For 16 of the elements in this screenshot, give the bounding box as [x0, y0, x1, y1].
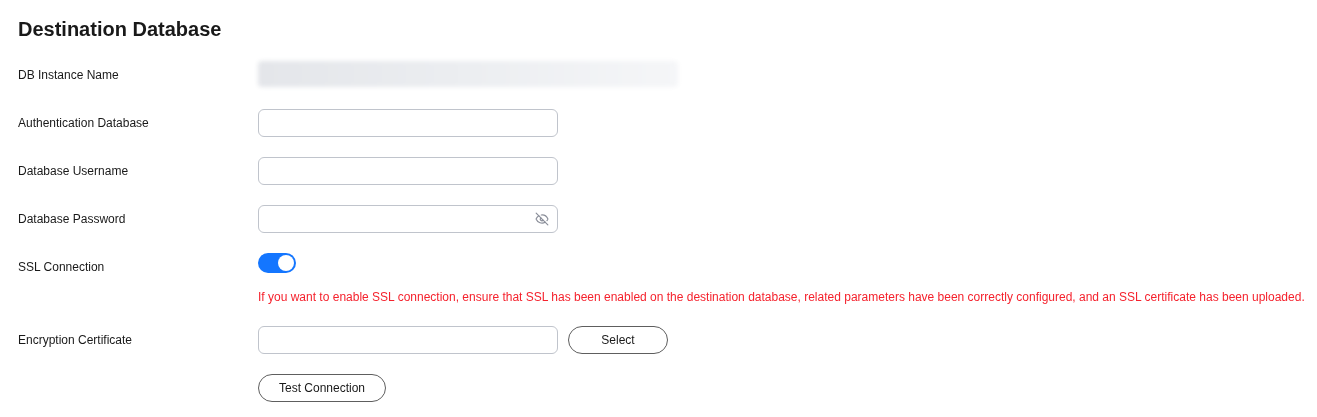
password-field[interactable]	[258, 205, 558, 233]
toggle-switch[interactable]	[258, 253, 296, 273]
hidden-eye-icon[interactable]	[535, 212, 549, 226]
field-label: Authentication Database	[18, 115, 150, 132]
field-label: Database Username	[18, 163, 130, 180]
field-label: Encryption Certificate	[18, 332, 134, 349]
select-button[interactable]: Select	[568, 326, 668, 354]
text-field[interactable]	[258, 157, 558, 185]
test-connection-button[interactable]: Test Connection	[258, 374, 386, 402]
text-field[interactable]	[258, 109, 558, 137]
field-label: SSL Connection	[18, 259, 106, 276]
section-title: Destination Database	[18, 17, 223, 42]
warning-text: If you want to enable SSL connection, ensure that SSL has been enabled on the destination database, related parameters have been correctly configured, and an SSL certificate has been uploaded.	[258, 289, 1305, 306]
certificate-field[interactable]	[258, 326, 558, 354]
field-label: DB Instance Name	[18, 67, 120, 84]
field-label: Database Password	[18, 211, 127, 228]
